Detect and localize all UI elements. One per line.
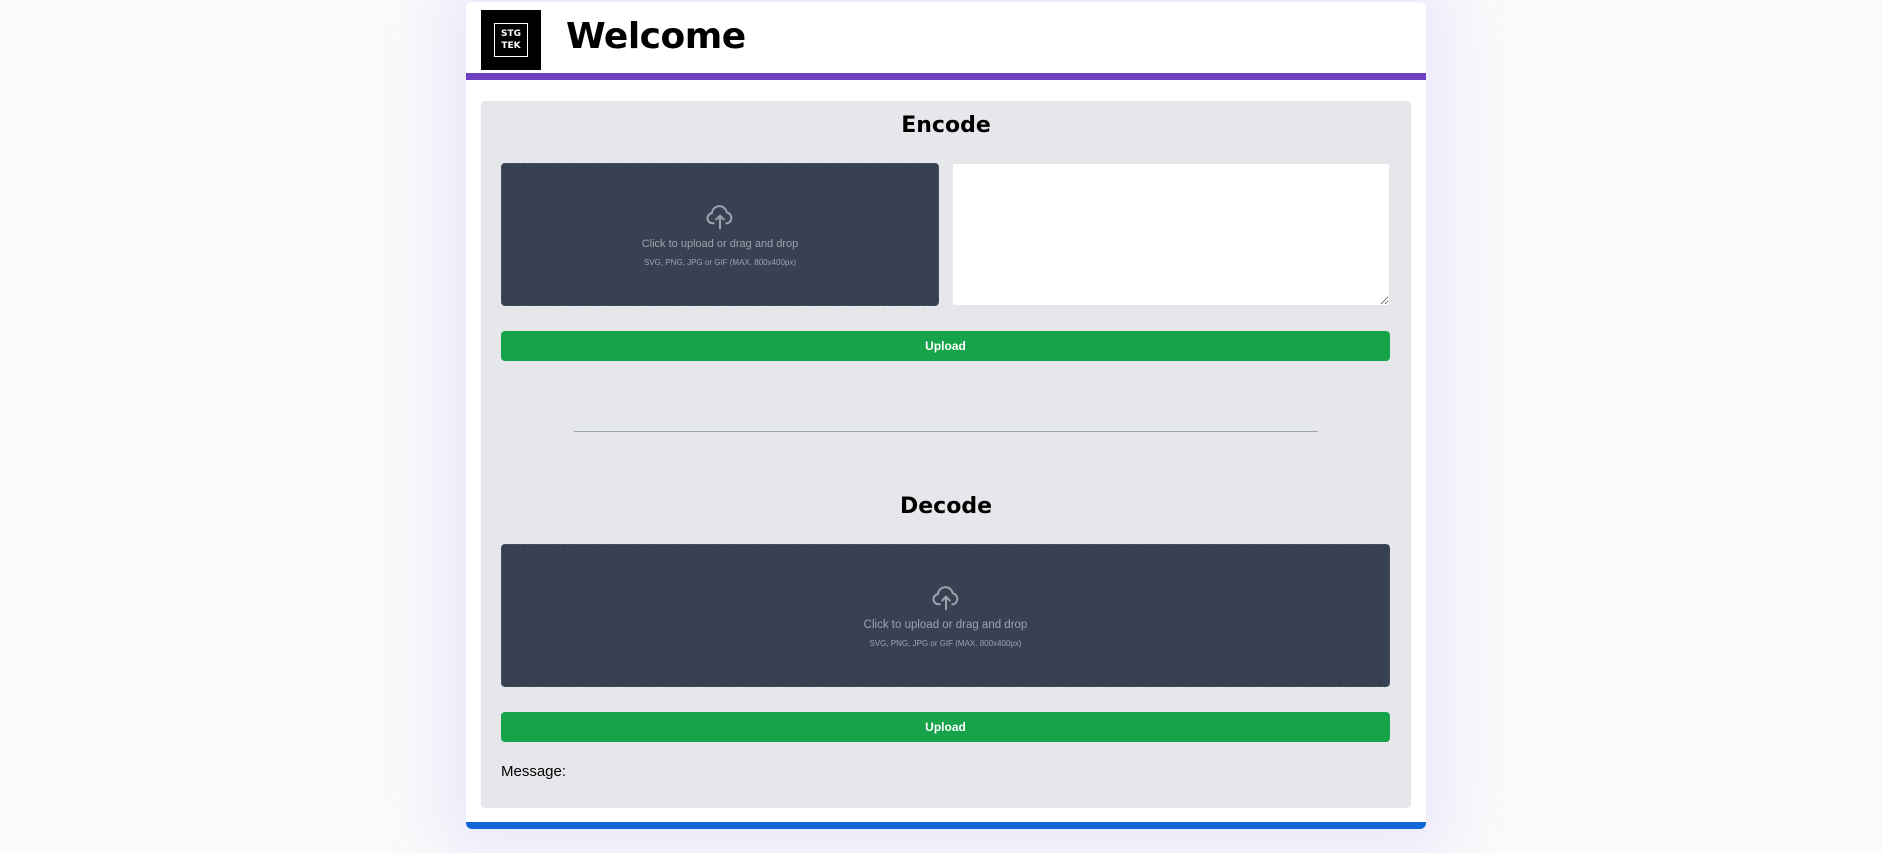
encode-upload-button[interactable]: Upload — [501, 331, 1390, 361]
logo-line-2: TEK — [501, 41, 521, 51]
encode-dropzone[interactable]: Click to upload or drag and drop SVG, PN… — [501, 163, 939, 306]
logo-mark: STG TEK — [494, 23, 528, 57]
cloud-upload-icon — [706, 205, 733, 230]
logo-line-1: STG — [500, 29, 521, 39]
header: STG TEK Welcome — [466, 2, 1426, 80]
decoded-message-label: Message: — [501, 763, 567, 780]
decode-dropzone[interactable]: Click to upload or drag and drop SVG, PN… — [501, 544, 1390, 687]
decode-dropzone-hint: SVG, PNG, JPG or GIF (MAX. 800x400px) — [869, 639, 1022, 648]
decode-upload-button[interactable]: Upload — [501, 712, 1390, 742]
cloud-upload-icon — [932, 586, 958, 611]
decode-dropzone-label: Click to upload or drag and drop — [863, 619, 1028, 631]
content-panel: Encode Click to upload or drag and drop … — [481, 101, 1411, 808]
main-card: STG TEK Welcome Encode Click to upload o… — [466, 2, 1426, 829]
encode-message-textarea[interactable] — [952, 163, 1390, 306]
section-divider — [574, 431, 1318, 432]
encode-heading: Encode — [901, 113, 991, 138]
encode-dropzone-hint: SVG, PNG, JPG or GIF (MAX. 800x400px) — [643, 258, 797, 267]
decode-heading: Decode — [899, 494, 992, 519]
encode-dropzone-label: Click to upload or drag and drop — [641, 238, 799, 250]
stgtek-logo: STG TEK — [481, 10, 541, 70]
footer-accent-bar — [466, 822, 1426, 829]
page-title: Welcome — [566, 16, 746, 57]
